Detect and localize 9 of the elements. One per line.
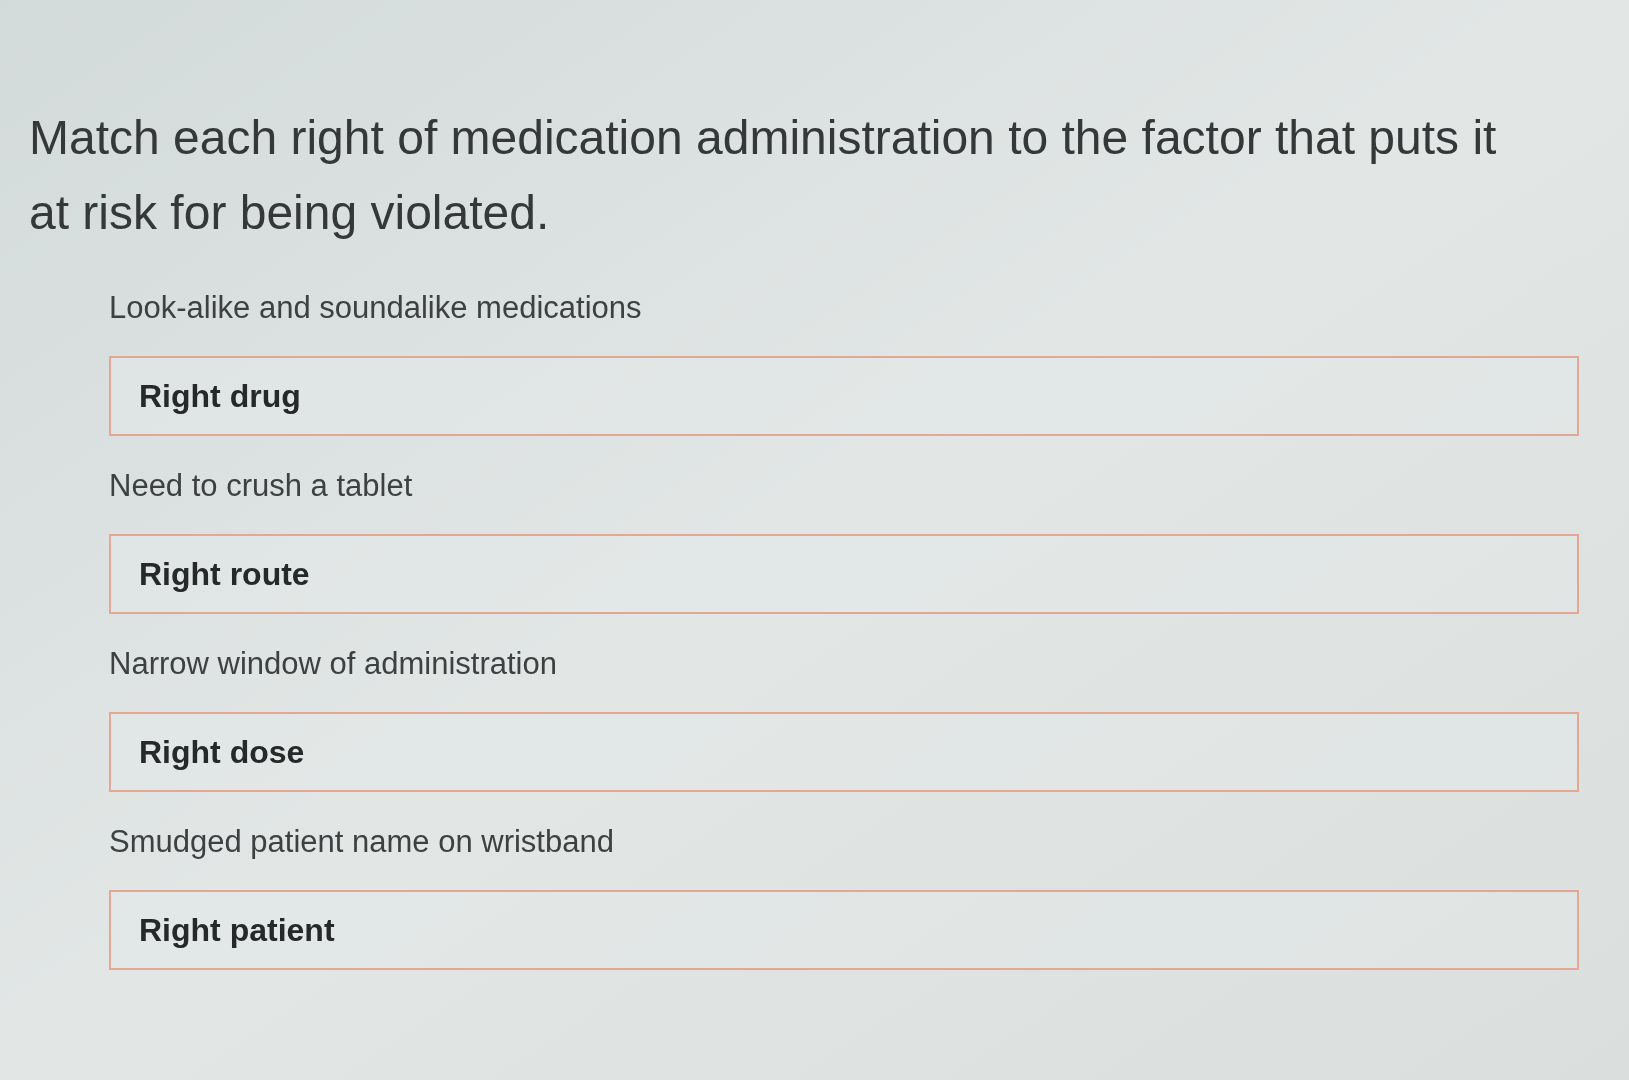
prompt-text: Narrow window of administration (109, 645, 557, 683)
answer-box[interactable]: Right patient (109, 890, 1579, 970)
answer-box[interactable]: Right route (109, 534, 1579, 614)
answer-box[interactable]: Right dose (109, 712, 1579, 792)
question-text: Match each right of medication administration to the factor that puts it at risk for being violated. (29, 110, 1498, 241)
prompt-text: Smudged patient name on wristband (109, 823, 614, 861)
prompt-text: Need to crush a tablet (109, 467, 413, 505)
answer-box[interactable]: Right drug (109, 356, 1579, 436)
prompt-text: Look-alike and soundalike medications (109, 289, 642, 327)
